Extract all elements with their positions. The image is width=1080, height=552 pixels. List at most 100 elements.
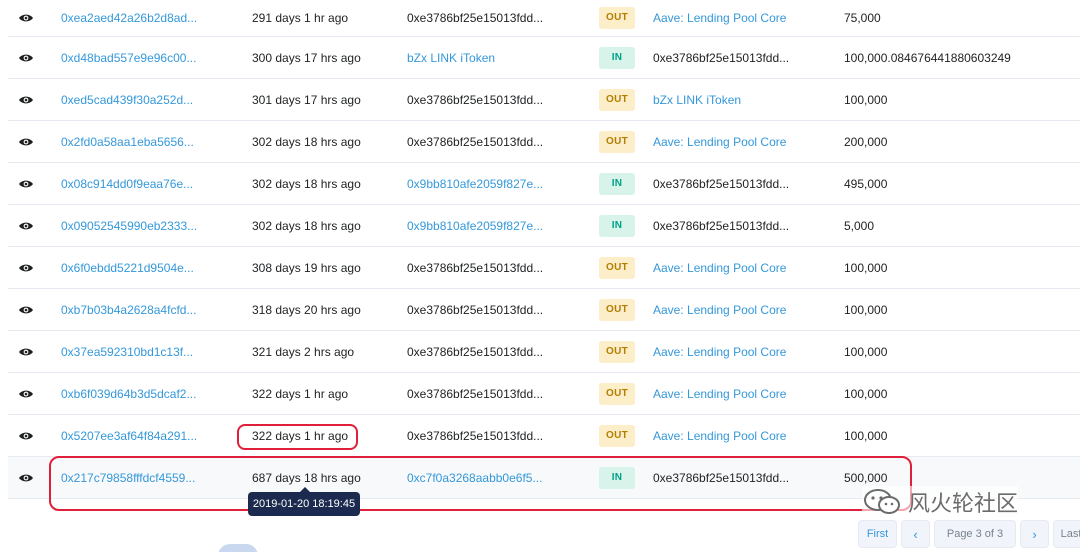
annotation-oval xyxy=(237,424,358,450)
to-address[interactable]: Aave: Lending Pool Core xyxy=(653,373,786,414)
table-row: 0xb7b03b4a2628a4fcfd... 318 days 20 hrs a… xyxy=(8,289,1080,331)
wechat-icon xyxy=(864,489,900,514)
direction-cell: OUT xyxy=(599,247,635,288)
to-address: 0xe3786bf25e15013fdd... xyxy=(653,218,790,233)
to-address[interactable]: Aave: Lending Pool Core xyxy=(653,121,786,162)
txn-hash-link[interactable]: 0x6f0ebdd5221d9504e... xyxy=(61,247,194,288)
page-indicator: Page 3 of 3 xyxy=(934,520,1016,548)
from-address[interactable]: bZx LINK iToken xyxy=(407,37,495,78)
table-row: 0x5207ee3af64f84a291... 322 days 1 hr ago… xyxy=(8,415,1080,457)
txn-age: 302 days 18 hrs ago xyxy=(252,218,361,233)
quantity-value: 100,000 xyxy=(844,302,888,317)
table-row: 0xea2aed42a26b2d8ad... 291 days 1 hr ago 0… xyxy=(8,0,1080,37)
direction-cell: OUT xyxy=(599,331,635,372)
from-address: 0xe3786bf25e15013fdd... xyxy=(407,302,544,317)
to-address: 0xe3786bf25e15013fdd... xyxy=(653,176,790,191)
from-address: 0xe3786bf25e15013fdd... xyxy=(407,11,544,25)
direction-cell: OUT xyxy=(599,121,635,162)
quantity-value: 495,000 xyxy=(844,176,888,191)
from-address: 0xe3786bf25e15013fdd... xyxy=(407,428,544,443)
to-address[interactable]: Aave: Lending Pool Core xyxy=(653,415,786,456)
view-details-eye-icon[interactable] xyxy=(16,205,36,246)
pagination: First ‹ Page 3 of 3 › Last xyxy=(858,520,1080,548)
next-page-button[interactable]: › xyxy=(1020,520,1049,548)
txn-hash-link[interactable]: 0xed5cad439f30a252d... xyxy=(61,79,193,120)
txn-age: 301 days 17 hrs ago xyxy=(252,92,361,107)
table-row: 0x37ea592310bd1c13f... 321 days 2 hrs ago… xyxy=(8,331,1080,373)
txn-hash-link[interactable]: 0xb6f039d64b3d5dcaf2... xyxy=(61,373,196,414)
timestamp-tooltip: 2019-01-20 18:19:45 xyxy=(248,487,360,516)
direction-badge: OUT xyxy=(599,382,635,405)
quantity-value: 75,000 xyxy=(844,11,881,25)
from-address: 0xe3786bf25e15013fdd... xyxy=(407,386,544,401)
view-details-eye-icon[interactable] xyxy=(16,247,36,288)
table-row: 0x08c914dd0f9eaa76e... 302 days 18 hrs ag… xyxy=(8,163,1080,205)
quantity-value: 100,000.084676441880603249 xyxy=(844,50,1011,65)
direction-badge: IN xyxy=(599,214,635,237)
to-address: 0xe3786bf25e15013fdd... xyxy=(653,50,790,65)
direction-badge: OUT xyxy=(599,7,635,29)
direction-cell: IN xyxy=(599,205,635,246)
txn-age: 300 days 17 hrs ago xyxy=(252,50,361,65)
direction-badge: IN xyxy=(599,46,635,69)
view-details-eye-icon[interactable] xyxy=(16,457,36,498)
to-address[interactable]: Aave: Lending Pool Core xyxy=(653,0,786,36)
first-page-button[interactable]: First xyxy=(858,520,897,548)
to-address[interactable]: bZx LINK iToken xyxy=(653,79,741,120)
table-row: 0x2fd0a58aa1eba5656... 302 days 18 hrs ag… xyxy=(8,121,1080,163)
to-address[interactable]: Aave: Lending Pool Core xyxy=(653,289,786,330)
txn-age: 302 days 18 hrs ago xyxy=(252,134,361,149)
direction-cell: OUT xyxy=(599,289,635,330)
from-address[interactable]: 0x9bb810afe2059f827e... xyxy=(407,163,543,204)
from-address: 0xe3786bf25e15013fdd... xyxy=(407,92,544,107)
direction-badge: OUT xyxy=(599,88,635,111)
txn-age: 302 days 18 hrs ago xyxy=(252,176,361,191)
txn-age: 308 days 19 hrs ago xyxy=(252,260,361,275)
from-address: 0xe3786bf25e15013fdd... xyxy=(407,134,544,149)
table-row: 0x6f0ebdd5221d9504e... 308 days 19 hrs ag… xyxy=(8,247,1080,289)
view-details-eye-icon[interactable] xyxy=(16,0,36,36)
txn-hash-link[interactable]: 0x09052545990eb2333... xyxy=(61,205,197,246)
view-details-eye-icon[interactable] xyxy=(16,163,36,204)
txn-age: 318 days 20 hrs ago xyxy=(252,302,361,317)
txn-hash-link[interactable]: 0x08c914dd0f9eaa76e... xyxy=(61,163,193,204)
table-row: 0x09052545990eb2333... 302 days 18 hrs ag… xyxy=(8,205,1080,247)
txn-age: 322 days 1 hr ago xyxy=(252,386,349,401)
last-page-button[interactable]: Last xyxy=(1053,520,1080,548)
txn-hash-link[interactable]: 0x5207ee3af64f84a291... xyxy=(61,415,197,456)
view-details-eye-icon[interactable] xyxy=(16,373,36,414)
view-details-eye-icon[interactable] xyxy=(16,79,36,120)
direction-badge: OUT xyxy=(599,298,635,321)
wechat-watermark: 风火轮社区 xyxy=(862,486,1019,518)
direction-cell: OUT xyxy=(599,373,635,414)
quantity-value: 100,000 xyxy=(844,92,888,107)
txn-hash-link[interactable]: 0x2fd0a58aa1eba5656... xyxy=(61,121,194,162)
quantity-value: 100,000 xyxy=(844,428,888,443)
to-address[interactable]: Aave: Lending Pool Core xyxy=(653,247,786,288)
from-address: 0xe3786bf25e15013fdd... xyxy=(407,344,544,359)
direction-badge: OUT xyxy=(599,130,635,153)
quantity-value: 100,000 xyxy=(844,386,888,401)
view-details-eye-icon[interactable] xyxy=(16,121,36,162)
from-address: 0xe3786bf25e15013fdd... xyxy=(407,260,544,275)
partial-logo xyxy=(218,544,258,552)
view-details-eye-icon[interactable] xyxy=(16,415,36,456)
table-row: 0xb6f039d64b3d5dcaf2... 322 days 1 hr ago… xyxy=(8,373,1080,415)
table-row: 0xd48bad557e9e96c00... 300 days 17 hrs ag… xyxy=(8,37,1080,79)
direction-cell: OUT xyxy=(599,79,635,120)
txn-age: 321 days 2 hrs ago xyxy=(252,344,355,359)
view-details-eye-icon[interactable] xyxy=(16,289,36,330)
txn-hash-link[interactable]: 0x37ea592310bd1c13f... xyxy=(61,331,193,372)
from-address[interactable]: 0x9bb810afe2059f827e... xyxy=(407,205,543,246)
annotation-rectangle xyxy=(49,456,912,511)
txn-hash-link[interactable]: 0xea2aed42a26b2d8ad... xyxy=(61,0,197,36)
txn-hash-link[interactable]: 0xd48bad557e9e96c00... xyxy=(61,37,196,78)
txn-hash-link[interactable]: 0xb7b03b4a2628a4fcfd... xyxy=(61,289,196,330)
view-details-eye-icon[interactable] xyxy=(16,331,36,372)
prev-page-button[interactable]: ‹ xyxy=(901,520,930,548)
quantity-value: 200,000 xyxy=(844,134,888,149)
direction-cell: OUT xyxy=(599,415,635,456)
to-address[interactable]: Aave: Lending Pool Core xyxy=(653,331,786,372)
view-details-eye-icon[interactable] xyxy=(16,37,36,78)
direction-badge: OUT xyxy=(599,256,635,279)
